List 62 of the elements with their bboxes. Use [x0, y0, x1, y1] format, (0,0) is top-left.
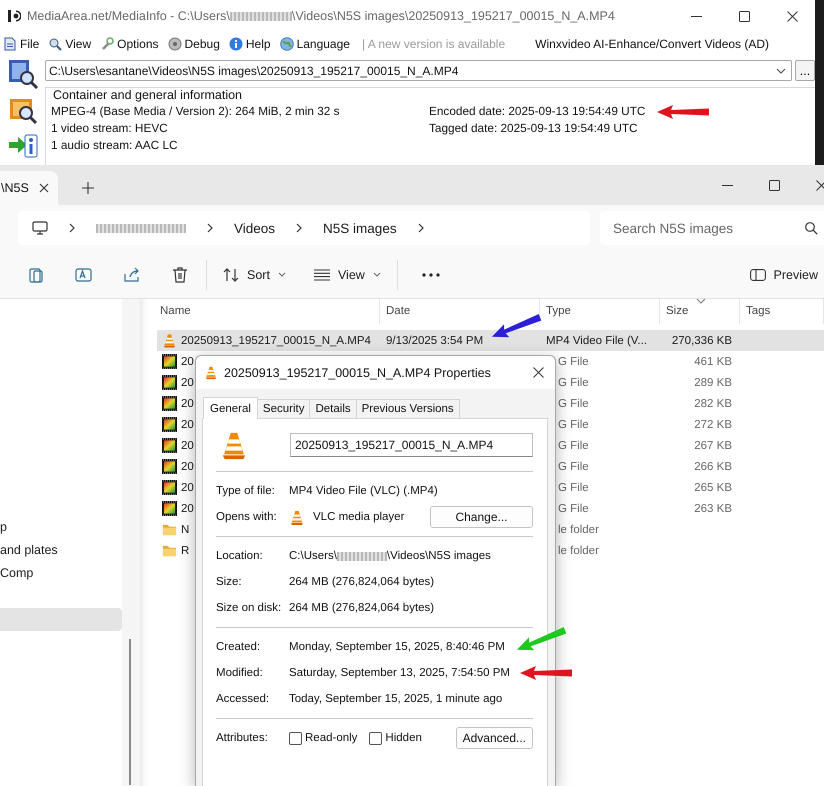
file-name: 20: [181, 502, 194, 514]
info-line: 1 audio stream: AAC LC: [51, 137, 179, 154]
checkbox-label: Read-only: [305, 732, 358, 744]
info-line: MPEG-4 (Base Media / Version 2): 264 MiB, 2 min 32 s: [51, 103, 340, 120]
file-type: G File: [558, 376, 589, 388]
file-type: le folder: [558, 544, 599, 556]
property-value: Saturday, September 13, 2025, 7:54:50 PM: [289, 667, 510, 679]
property-value: 264 MB (276,824,064 bytes): [289, 602, 434, 614]
property-label: Accessed:: [216, 693, 270, 705]
checkbox-label: Hidden: [385, 732, 422, 744]
file-name: R: [181, 544, 190, 556]
file-name: 20: [181, 376, 194, 388]
file-size: 267 KB: [694, 440, 732, 452]
file-type: G File: [558, 440, 589, 452]
property-label: Type of file:: [216, 485, 276, 497]
title-path: \Videos\N5S images\20250913_195217_00015_N_A.MP4: [292, 9, 615, 23]
file-size: 265 KB: [694, 482, 732, 494]
group-title: Container and general information: [53, 88, 244, 103]
file-size: 289 KB: [694, 376, 732, 388]
file-size: 461 KB: [694, 356, 732, 368]
file-name: 20: [181, 482, 194, 494]
file-size: 263 KB: [694, 502, 732, 514]
property-label: Location:: [216, 550, 264, 562]
property-value: C:\Users\: [289, 550, 337, 562]
update-notice: | A new version is available: [362, 36, 506, 50]
file-name: 20250913_195217_00015_N_A.MP4: [181, 334, 371, 346]
file-size: 266 KB: [694, 460, 732, 472]
file-name: 20: [181, 418, 194, 430]
info-line: Tagged date: 2025-09-13 19:54:49 UTC: [429, 120, 638, 137]
property-value: Monday, September 15, 2025, 8:40:46 PM: [289, 641, 505, 653]
file-type: le folder: [558, 524, 599, 536]
file-name: 20: [181, 460, 194, 472]
info-line: Encoded date: 2025-09-13 19:54:49 UTC: [429, 103, 646, 120]
info-line: 1 video stream: HEVC: [51, 120, 169, 137]
property-label: Size:: [216, 576, 243, 588]
file-size: 282 KB: [694, 398, 732, 410]
file-name: N: [181, 524, 190, 536]
file-type: G File: [558, 356, 589, 368]
file-size: 270,336 KB: [672, 334, 732, 346]
file-type: G File: [558, 502, 589, 514]
property-label: Created:: [216, 641, 262, 653]
file-type: G File: [558, 418, 589, 430]
file-date: 9/13/2025 3:54 PM: [386, 334, 484, 346]
dialog-title: 20250913_195217_00015_N_A.MP4 Properties: [224, 366, 491, 380]
file-name: 20: [181, 440, 194, 452]
window-title: MediaArea.net/MediaInfo - C:\Users\: [27, 9, 230, 23]
property-value: MP4 Video File (VLC) (.MP4): [289, 485, 438, 497]
property-value: 264 MB (276,824,064 bytes): [289, 576, 434, 588]
file-type: G File: [558, 482, 589, 494]
property-value: Today, September 15, 2025, 1 minute ago: [289, 693, 502, 705]
property-value: VLC media player: [313, 511, 404, 523]
file-type: G File: [558, 398, 589, 410]
file-name: 20: [181, 398, 194, 410]
file-size: 272 KB: [694, 418, 732, 430]
file-name: 20: [181, 356, 194, 368]
file-type: G File: [558, 460, 589, 472]
property-label: Attributes:: [216, 732, 269, 744]
property-label: Size on disk:: [216, 602, 282, 614]
file-type: MP4 Video File (V...: [546, 334, 647, 346]
property-value: \Videos\N5S images: [386, 550, 491, 562]
property-label: Opens with:: [216, 511, 278, 523]
property-label: Modified:: [216, 667, 264, 679]
